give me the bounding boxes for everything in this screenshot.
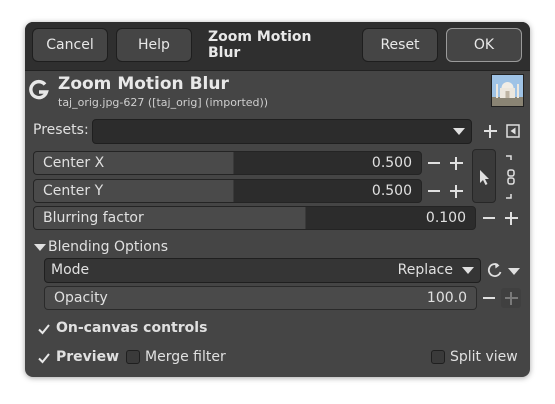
merge-filter-checkbox[interactable] <box>126 350 140 364</box>
expander-down-icon <box>34 244 46 251</box>
filter-title: Zoom Motion Blur <box>58 74 229 94</box>
opacity-spin[interactable]: Opacity 100.0 <box>44 286 477 310</box>
blurring-factor-label: Blurring factor <box>43 210 144 226</box>
minus-icon <box>428 162 440 164</box>
menu-left-icon <box>506 124 520 138</box>
image-thumbnail <box>491 74 524 107</box>
presets-combo[interactable] <box>92 119 472 144</box>
chevron-down-icon <box>462 267 474 274</box>
blurring-factor-value: 0.100 <box>425 210 466 226</box>
filter-subtitle: taj_orig.jpg-627 ([taj_orig] (imported)) <box>58 96 269 109</box>
center-x-decrement-button[interactable] <box>424 153 444 173</box>
blending-options-label: Blending Options <box>48 239 168 255</box>
blurring-factor-increment-button[interactable] <box>501 208 521 228</box>
on-canvas-controls-checkbox[interactable] <box>37 321 51 335</box>
preset-menu-button[interactable] <box>503 121 523 141</box>
preview-label: Preview <box>56 349 120 365</box>
filter-dialog: Cancel Help Zoom Motion Blur Reset OK Zo… <box>25 22 530 377</box>
split-view-label: Split view <box>450 349 518 365</box>
help-button[interactable]: Help <box>116 28 192 62</box>
plus-icon <box>483 124 497 138</box>
merge-filter-label: Merge filter <box>145 349 226 365</box>
mode-value: Replace <box>397 262 453 278</box>
composite-mode-button[interactable] <box>485 259 523 282</box>
center-y-increment-button[interactable] <box>446 181 466 201</box>
checkmark-icon <box>38 324 50 335</box>
minus-icon <box>428 190 440 192</box>
add-preset-button[interactable] <box>480 121 500 141</box>
dialog-header: Cancel Help Zoom Motion Blur Reset OK <box>25 22 530 71</box>
checkmark-icon <box>38 353 50 364</box>
blurring-factor-decrement-button[interactable] <box>479 208 499 228</box>
center-x-value: 0.500 <box>371 155 412 171</box>
ok-button[interactable]: OK <box>446 28 522 62</box>
pointer-icon <box>480 170 489 185</box>
gegl-icon <box>29 79 49 100</box>
chain-link-icon[interactable] <box>502 153 520 201</box>
blend-mode-combo[interactable]: Mode Replace <box>44 258 481 283</box>
opacity-value: 100.0 <box>426 290 467 306</box>
preview-checkbox[interactable] <box>37 350 51 364</box>
plus-icon <box>504 211 518 225</box>
center-x-label: Center X <box>43 155 105 171</box>
minus-icon <box>483 217 495 219</box>
cancel-button[interactable]: Cancel <box>32 28 108 62</box>
pick-coordinates-button[interactable] <box>472 149 496 203</box>
plus-icon <box>449 156 463 170</box>
chevron-down-icon <box>453 128 465 135</box>
composite-cycle-icon <box>487 263 520 277</box>
plus-icon <box>449 184 463 198</box>
center-y-label: Center Y <box>43 183 104 199</box>
opacity-increment-button[interactable] <box>501 288 521 308</box>
on-canvas-controls-label: On-canvas controls <box>56 320 208 336</box>
opacity-decrement-button[interactable] <box>479 288 499 308</box>
plus-icon <box>504 291 518 305</box>
reset-button[interactable]: Reset <box>362 28 438 62</box>
center-y-value: 0.500 <box>371 183 412 199</box>
dialog-title: Zoom Motion Blur <box>208 29 312 61</box>
minus-icon <box>483 297 495 299</box>
blurring-factor-spin[interactable]: Blurring factor 0.100 <box>33 206 476 230</box>
split-view-checkbox[interactable] <box>431 350 445 364</box>
mode-label: Mode <box>51 262 90 278</box>
opacity-fill <box>45 287 476 309</box>
presets-label: Presets: <box>33 122 89 138</box>
center-x-spin[interactable]: Center X 0.500 <box>33 151 422 175</box>
opacity-label: Opacity <box>54 290 108 306</box>
center-y-decrement-button[interactable] <box>424 181 444 201</box>
center-x-increment-button[interactable] <box>446 153 466 173</box>
center-y-spin[interactable]: Center Y 0.500 <box>33 179 422 203</box>
